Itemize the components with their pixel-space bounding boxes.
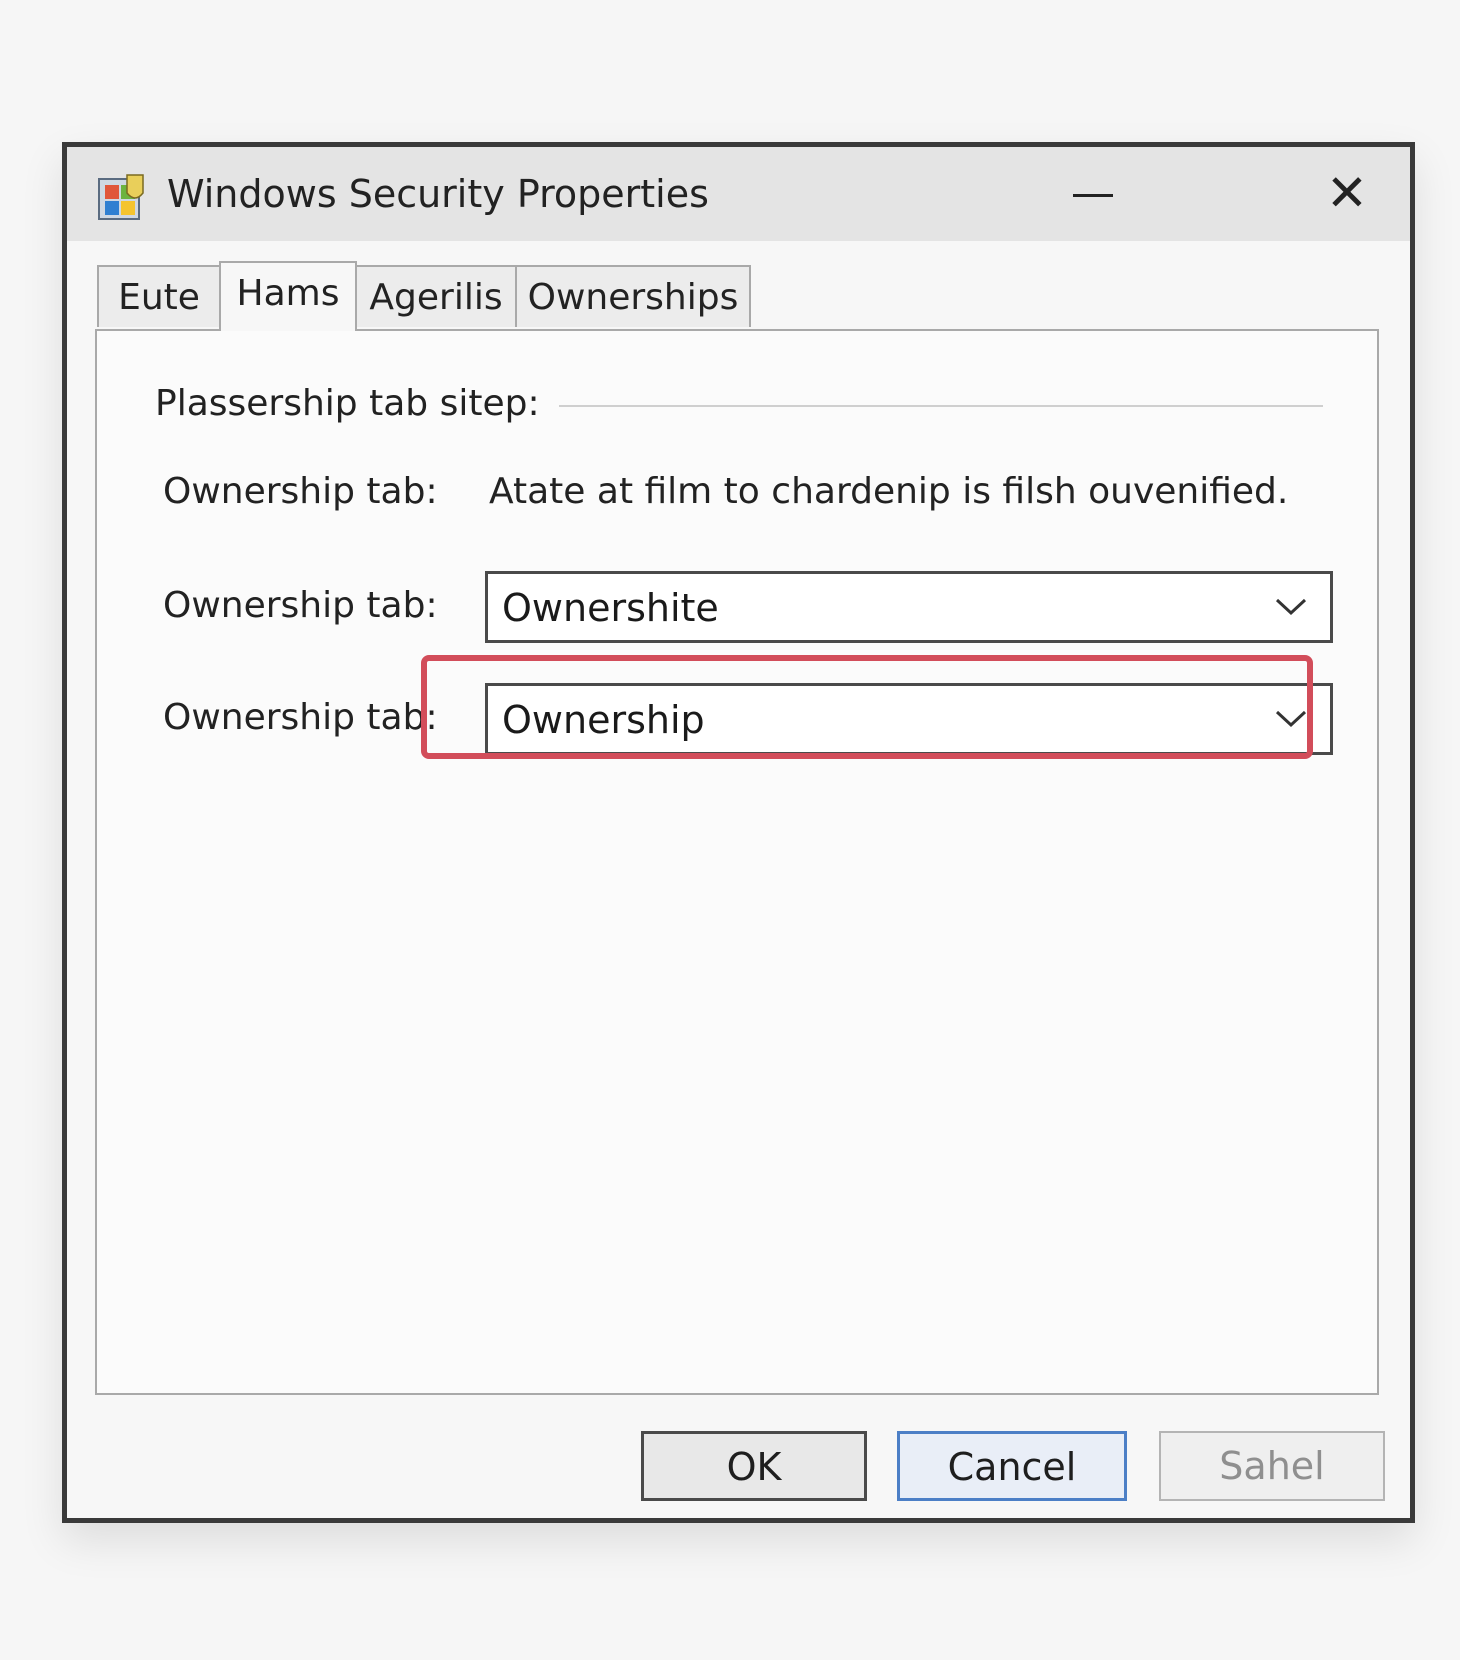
cancel-button[interactable]: Cancel xyxy=(897,1431,1127,1501)
windows-security-icon xyxy=(98,174,144,220)
minimize-icon[interactable] xyxy=(1057,165,1127,221)
close-icon[interactable]: ✕ xyxy=(1315,161,1379,225)
ownership-select-1[interactable]: Ownershite xyxy=(485,571,1333,643)
title-bar[interactable]: Windows Security Properties ✕ xyxy=(67,147,1410,241)
chevron-down-icon xyxy=(1275,598,1307,616)
tab-panel: Plassership tab sitep: Ownership tab: At… xyxy=(95,329,1379,1395)
ownership-label-3: Ownership tab: xyxy=(163,697,438,738)
chevron-down-icon xyxy=(1275,710,1307,728)
tab-agerilis[interactable]: Agerilis xyxy=(355,265,517,327)
tab-hams[interactable]: Hams xyxy=(219,261,357,331)
ownership-label-2: Ownership tab: xyxy=(163,585,438,626)
ownership-select-2[interactable]: Ownership xyxy=(485,683,1333,755)
ownership-label-1: Ownership tab: xyxy=(163,471,438,512)
tab-ownerships[interactable]: Ownerships xyxy=(515,265,751,327)
properties-dialog: Windows Security Properties ✕ Eute Hams … xyxy=(62,142,1415,1523)
apply-button[interactable]: Sahel xyxy=(1159,1431,1385,1501)
tab-eute[interactable]: Eute xyxy=(97,265,221,327)
ownership-description: Atate at film to chardenip is filsh ouve… xyxy=(489,471,1289,512)
group-divider xyxy=(559,405,1323,407)
select-value: Ownershite xyxy=(502,586,719,630)
window-title: Windows Security Properties xyxy=(167,172,709,216)
group-title: Plassership tab sitep: xyxy=(155,383,540,424)
ok-button[interactable]: OK xyxy=(641,1431,867,1501)
select-value: Ownership xyxy=(502,698,705,742)
